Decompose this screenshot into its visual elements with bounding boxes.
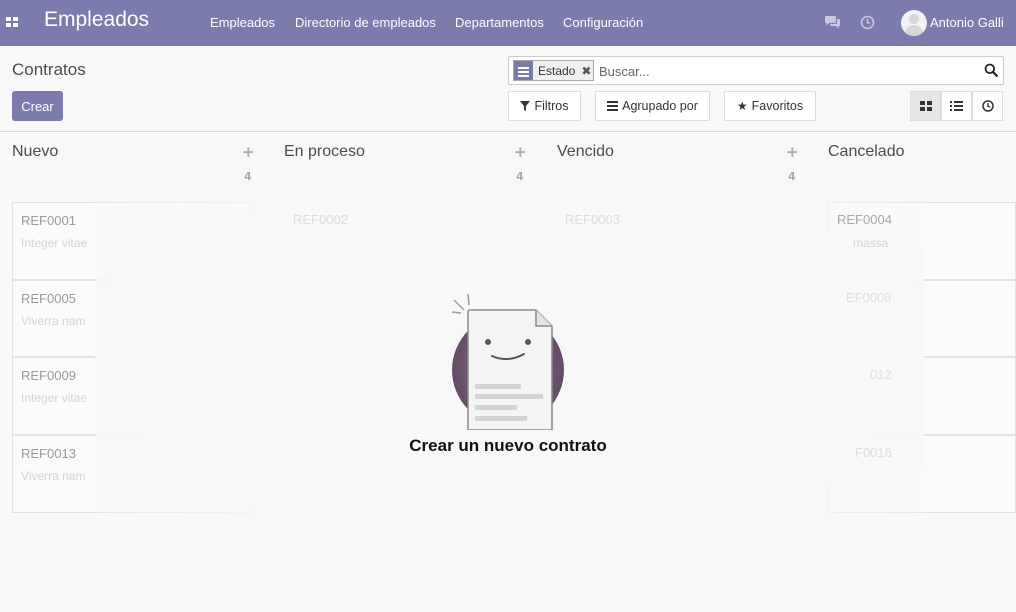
column-title-vencido[interactable]: Vencido xyxy=(557,143,614,161)
card-reference: REF0005 xyxy=(21,291,76,306)
empty-document-illustration xyxy=(451,293,564,430)
kanban-view-button[interactable] xyxy=(910,91,941,121)
groupby-icon xyxy=(607,101,619,111)
card-reference: REF0003 xyxy=(565,212,620,227)
column-add-icon[interactable]: + xyxy=(786,143,799,161)
column-title-cancelado[interactable]: Cancelado xyxy=(828,143,905,161)
create-button[interactable]: Crear xyxy=(12,91,63,121)
favorites-button[interactable]: ★ Favoritos xyxy=(724,91,816,121)
column-add-icon[interactable]: + xyxy=(514,143,527,161)
user-avatar[interactable] xyxy=(901,10,927,36)
column-title-nuevo[interactable]: Nuevo xyxy=(12,143,58,161)
groupby-button[interactable]: Agrupado por xyxy=(595,91,710,121)
star-icon: ★ xyxy=(736,99,748,113)
column-count: 4 xyxy=(516,170,524,183)
list-view-icon xyxy=(950,101,963,111)
filter-icon xyxy=(520,101,531,111)
favorites-label: Favoritos xyxy=(751,99,804,113)
app-title: Empleados xyxy=(44,8,150,31)
column-count: 4 xyxy=(788,170,796,183)
search-icon[interactable] xyxy=(984,63,998,77)
column-count: 4 xyxy=(244,170,252,183)
card-reference: EF0008 xyxy=(846,290,892,305)
card-description: massa xyxy=(853,236,889,250)
card-reference: REF0001 xyxy=(21,213,76,228)
apps-menu-icon[interactable] xyxy=(6,17,19,29)
card-description: Integer vitae xyxy=(21,236,88,250)
menu-item-departamentos[interactable]: Departamentos xyxy=(455,15,544,30)
chat-icon[interactable] xyxy=(824,15,841,30)
filters-button[interactable]: Filtros xyxy=(508,91,581,121)
activity-view-button[interactable] xyxy=(972,91,1003,121)
menu-item-configuracion[interactable]: Configuración xyxy=(563,15,643,30)
search-box: Estado ✖ xyxy=(508,56,1004,85)
card-reference: REF0009 xyxy=(21,368,76,383)
column-add-icon[interactable]: + xyxy=(242,143,255,161)
menu-item-empleados[interactable]: Empleados xyxy=(210,15,275,30)
activity-clock-icon[interactable] xyxy=(860,15,875,30)
column-title-en-proceso[interactable]: En proceso xyxy=(284,143,365,161)
card-description: Integer vitae xyxy=(21,391,88,405)
filters-label: Filtros xyxy=(534,99,569,113)
list-view-button[interactable] xyxy=(941,91,972,121)
top-navbar: Empleados Empleados Directorio de emplea… xyxy=(0,0,1016,46)
search-facet: Estado ✖ xyxy=(513,60,595,81)
groupby-facet-icon xyxy=(514,61,533,80)
activity-view-icon xyxy=(981,100,994,112)
card-reference: REF0002 xyxy=(293,212,348,227)
card-description: Viverra nam xyxy=(21,469,86,483)
helper-message: Crear un nuevo contrato xyxy=(409,436,607,455)
facet-label: Estado xyxy=(538,63,576,78)
card-reference: 012 xyxy=(870,367,892,382)
menu-item-directorio[interactable]: Directorio de empleados xyxy=(295,15,436,30)
control-panel-divider xyxy=(0,131,1016,132)
kanban-view-icon xyxy=(919,101,932,111)
card-description: Viverra nam xyxy=(21,314,86,328)
breadcrumb: Contratos xyxy=(12,60,86,79)
search-input[interactable] xyxy=(599,61,969,81)
groupby-label: Agrupado por xyxy=(622,99,698,113)
card-reference: REF0004 xyxy=(837,212,892,227)
facet-remove-icon[interactable]: ✖ xyxy=(579,61,593,80)
user-name[interactable]: Antonio Galli xyxy=(930,15,1004,30)
